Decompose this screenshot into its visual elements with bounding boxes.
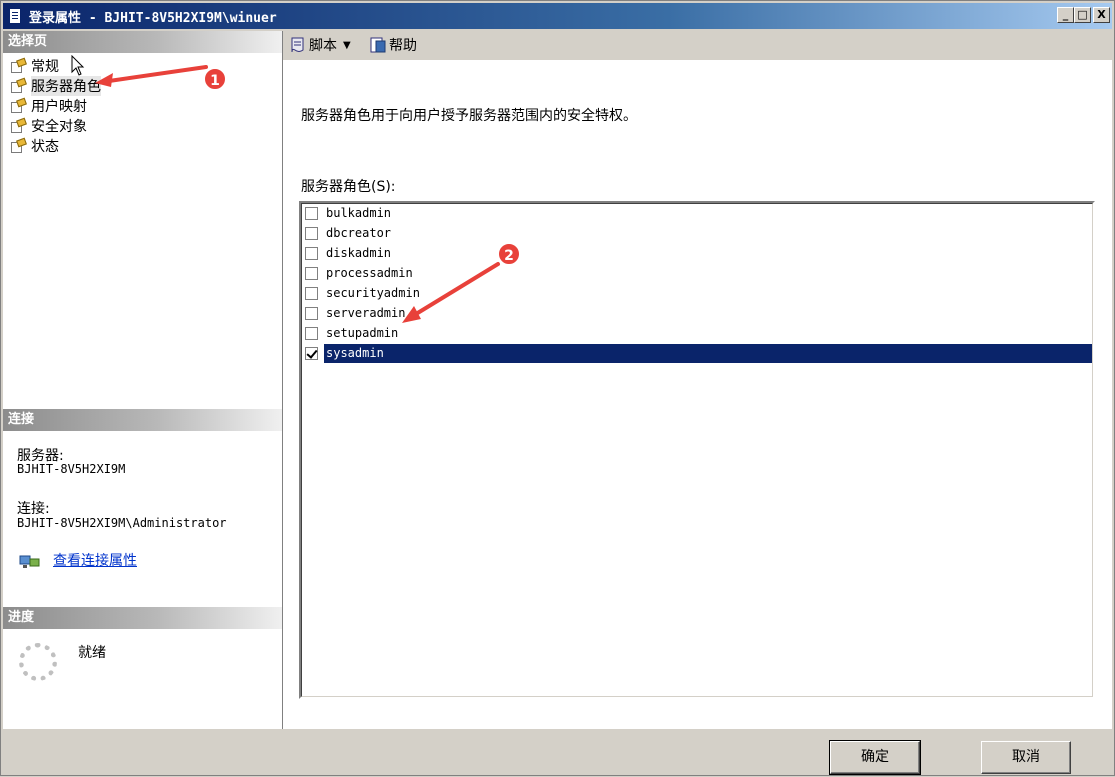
page-item-label: 用户映射 [31, 99, 87, 115]
progress-spinner-icon [19, 643, 57, 681]
role-name: securityadmin [326, 286, 420, 300]
page-properties-icon [9, 117, 27, 134]
role-name: bulkadmin [326, 206, 392, 220]
role-checkbox[interactable] [305, 247, 318, 260]
role-name: serveradmin [326, 306, 406, 320]
page-item-label: 状态 [31, 139, 59, 155]
page-properties-icon [9, 77, 27, 94]
window-icon [9, 8, 21, 24]
page-item-label: 服务器角色 [31, 76, 101, 96]
role-row-setupadmin[interactable]: setupadmin [303, 324, 1092, 343]
annotation-badge-1: 1 [203, 67, 227, 91]
page-item-general[interactable]: 常规 [9, 56, 101, 76]
page-item-user-mapping[interactable]: 用户映射 [9, 96, 101, 116]
window-title: 登录属性 - BJHIT-8V5H2XI9M\winuer [29, 11, 277, 26]
role-name: diskadmin [326, 246, 392, 260]
maximize-button[interactable]: □ [1074, 7, 1091, 23]
page-item-server-roles[interactable]: 服务器角色 [9, 76, 101, 96]
role-checkbox[interactable] [305, 207, 318, 220]
help-label: 帮助 [389, 38, 417, 54]
role-name: dbcreator [326, 226, 392, 240]
mouse-cursor-icon [71, 55, 85, 76]
left-panel: 选择页 常规 服务器角色 用户映射 安全对象 状态 连接 服务器: BJHIT-… [3, 31, 283, 729]
connection-value: BJHIT-8V5H2XI9M\Administrator [17, 516, 227, 530]
help-button[interactable]: 帮助 [369, 35, 417, 55]
server-roles-label: 服务器角色(S): [301, 179, 396, 195]
cancel-button[interactable]: 取消 [981, 741, 1071, 774]
ok-button[interactable]: 确定 [829, 740, 921, 775]
role-checkbox[interactable] [305, 327, 318, 340]
connection-header: 连接 [3, 409, 282, 431]
connection-label: 连接: [17, 501, 50, 517]
page-list: 常规 服务器角色 用户映射 安全对象 状态 [9, 56, 101, 156]
role-row-bulkadmin[interactable]: bulkadmin [303, 204, 1092, 223]
help-icon [370, 37, 386, 53]
minimize-button[interactable]: _ [1057, 7, 1074, 23]
right-panel: 脚本 ▼ 帮助 服务器角色用于向用户授予服务器范围内的安全特权。 服务器角色(S… [283, 31, 1112, 729]
script-button[interactable]: 脚本 ▼ [289, 35, 351, 55]
page-item-status[interactable]: 状态 [9, 136, 101, 156]
script-label: 脚本 [309, 38, 337, 54]
role-row-diskadmin[interactable]: diskadmin [303, 244, 1092, 263]
progress-header: 进度 [3, 607, 282, 629]
role-row-processadmin[interactable]: processadmin [303, 264, 1092, 283]
annotation-badge-2: 2 [497, 242, 521, 266]
script-icon [291, 37, 304, 53]
role-row-sysadmin[interactable]: sysadmin [303, 344, 1092, 363]
select-page-header: 选择页 [3, 31, 282, 53]
title-bar[interactable]: 登录属性 - BJHIT-8V5H2XI9M\winuer _ □ X [3, 3, 1112, 29]
page-item-label: 常规 [31, 59, 59, 75]
page-description: 服务器角色用于向用户授予服务器范围内的安全特权。 [301, 108, 637, 124]
login-properties-window: 登录属性 - BJHIT-8V5H2XI9M\winuer _ □ X 选择页 … [0, 0, 1115, 776]
role-name: sysadmin [324, 344, 1092, 363]
role-checkbox[interactable] [305, 347, 318, 360]
page-properties-icon [9, 97, 27, 114]
role-checkbox[interactable] [305, 287, 318, 300]
role-checkbox[interactable] [305, 307, 318, 320]
role-checkbox[interactable] [305, 267, 318, 280]
role-row-dbcreator[interactable]: dbcreator [303, 224, 1092, 243]
role-name: processadmin [326, 266, 413, 280]
server-value: BJHIT-8V5H2XI9M [17, 462, 126, 476]
page-item-securables[interactable]: 安全对象 [9, 116, 101, 136]
page-properties-icon [9, 57, 27, 74]
role-row-securityadmin[interactable]: securityadmin [303, 284, 1092, 303]
role-checkbox[interactable] [305, 227, 318, 240]
server-roles-list[interactable]: bulkadmin dbcreator diskadmin processadm… [299, 201, 1095, 699]
role-row-serveradmin[interactable]: serveradmin [303, 304, 1092, 323]
view-connection-properties-link[interactable]: 查看连接属性 [53, 550, 137, 570]
toolbar: 脚本 ▼ 帮助 [283, 31, 1112, 59]
page-properties-icon [9, 137, 27, 154]
role-name: setupadmin [326, 326, 399, 340]
close-button[interactable]: X [1093, 7, 1110, 23]
connection-properties-icon [19, 555, 40, 568]
dropdown-arrow-icon: ▼ [343, 39, 351, 51]
progress-status: 就绪 [78, 645, 106, 661]
page-item-label: 安全对象 [31, 119, 87, 135]
content-area: 服务器角色用于向用户授予服务器范围内的安全特权。 服务器角色(S): bulka… [283, 60, 1112, 729]
